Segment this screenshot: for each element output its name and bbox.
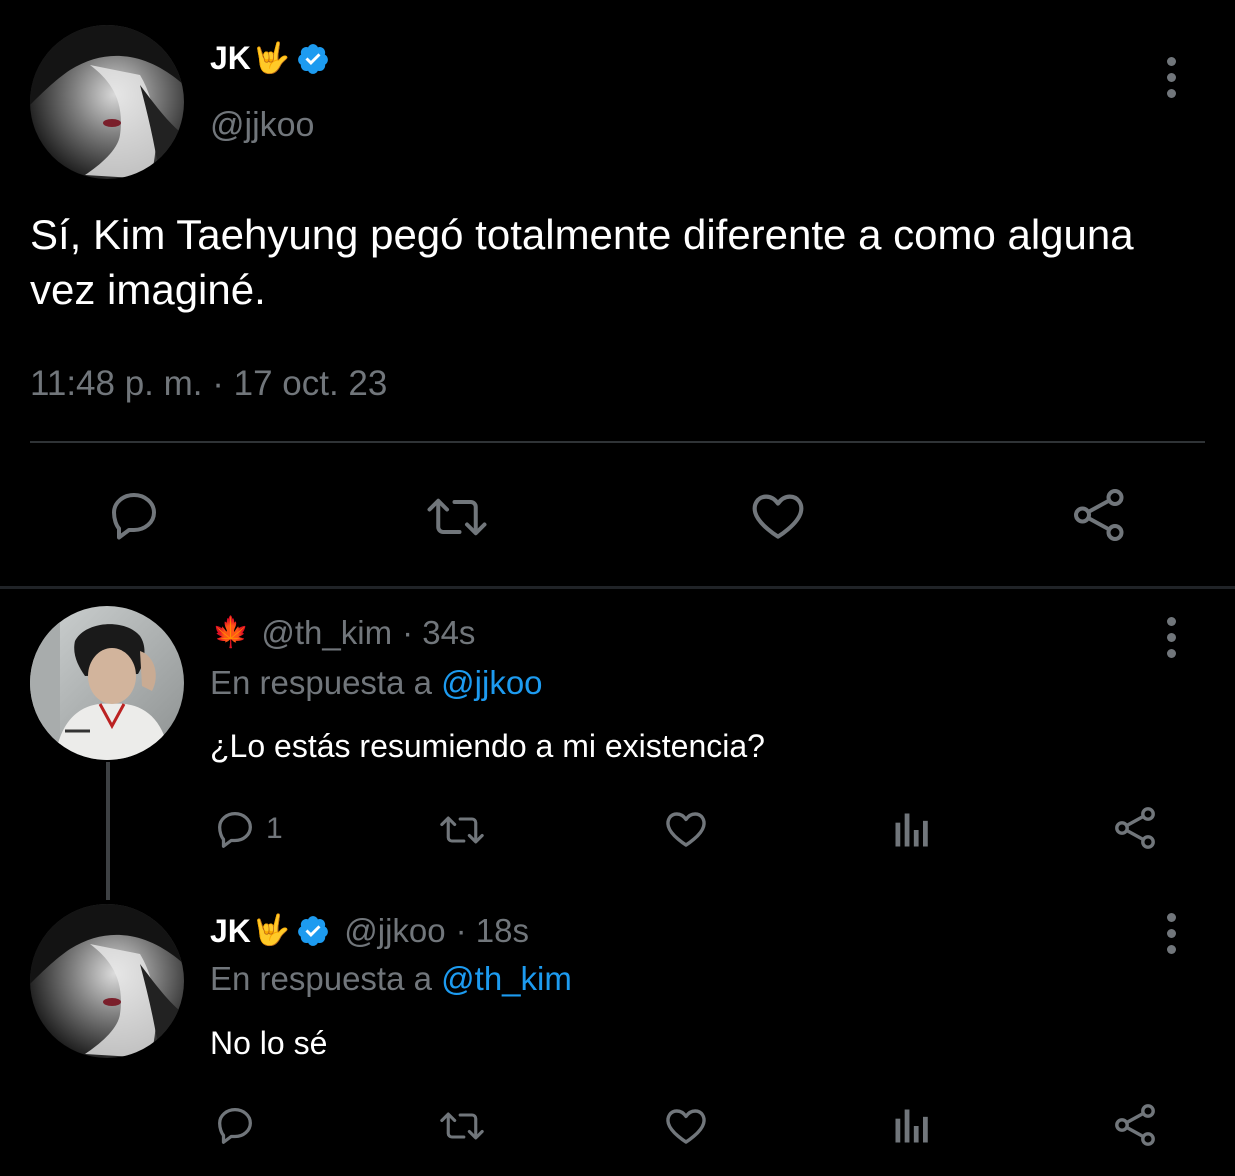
retweet-icon [440,1112,484,1140]
share-button[interactable] [1112,1101,1160,1149]
section-separator [0,586,1235,589]
author-display-name: JK [210,40,251,76]
reply-button[interactable] [212,1102,258,1148]
reply-button[interactable] [104,485,164,545]
author-avatar[interactable] [30,25,184,179]
views-button[interactable] [890,1104,934,1148]
share-icon [1074,489,1124,541]
reply-handle[interactable]: @jjkoo [344,912,445,950]
like-button[interactable] [747,485,809,547]
heart-icon [666,812,706,847]
reply-bubble-icon [218,812,252,848]
reply-count: 1 [266,812,283,845]
more-vertical-icon[interactable] [1165,913,1177,954]
reply-author-name[interactable]: JK 🤟 [210,913,330,950]
replying-to-label: En respuesta a [210,960,432,997]
retweet-button[interactable] [437,1104,487,1148]
heart-icon [666,1109,706,1144]
like-button[interactable] [662,1102,710,1150]
views-bar-icon [895,813,928,847]
views-button[interactable] [890,808,934,852]
tweet-timestamp[interactable]: 11:48 p. m. · 17 oct. 23 [30,364,387,404]
author-handle[interactable]: @jjkoo [210,106,314,145]
replying-to-mention[interactable]: @jjkoo [441,664,542,701]
like-button[interactable] [662,805,710,853]
more-vertical-icon[interactable] [1165,617,1177,658]
verified-badge-icon [296,42,330,76]
reply-bubble-icon [112,493,156,540]
retweet-icon [427,498,487,536]
reply-time[interactable]: · 34s [402,614,475,652]
reply-header: 🍁 @th_kim · 34s [210,614,475,652]
reply-text: No lo sé [210,1025,328,1061]
more-vertical-icon[interactable] [1165,57,1177,98]
reply-display-name: JK [210,912,251,949]
share-button[interactable] [1070,484,1130,546]
replying-to: En respuesta a @th_kim [210,960,572,998]
reply-name-emoji: 🍁 [212,616,250,649]
reply-name-emoji: 🤟 [252,914,291,947]
reply-avatar[interactable] [30,904,184,1058]
reply-time[interactable]: · 18s [456,912,529,950]
tweet-text: Sí, Kim Taehyung pegó totalmente diferen… [30,211,1134,313]
share-icon [1115,1104,1155,1146]
reply-header: JK 🤟 @jjkoo · 18s [210,912,529,950]
replying-to: En respuesta a @jjkoo [210,664,543,702]
author-name-emoji: 🤟 [252,41,291,75]
divider [30,441,1205,443]
reply-handle[interactable]: @th_kim [261,614,392,652]
reply-button[interactable]: 1 [212,806,283,852]
thread-line [106,762,110,900]
share-icon [1115,807,1155,849]
retweet-button[interactable] [424,487,490,547]
replying-to-label: En respuesta a [210,664,432,701]
author-name[interactable]: JK 🤟 [210,40,330,77]
verified-badge-icon [296,914,330,948]
replying-to-mention[interactable]: @th_kim [441,960,572,997]
share-button[interactable] [1112,804,1160,852]
reply-bubble-icon [218,1108,252,1144]
reply-text: ¿Lo estás resumiendo a mi existencia? [210,728,765,764]
retweet-button[interactable] [437,808,487,852]
views-bar-icon [895,1109,928,1143]
retweet-icon [440,816,484,844]
reply-avatar[interactable] [30,606,184,760]
heart-icon [752,494,804,539]
